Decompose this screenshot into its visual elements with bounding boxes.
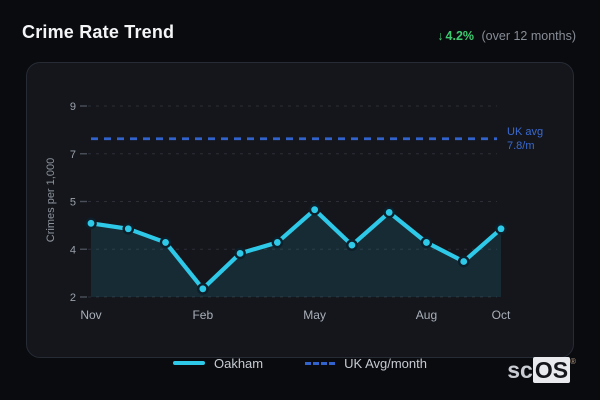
data-point-oct[interactable] [495,222,507,235]
x-tick-label: Feb [192,308,213,322]
logo-prefix: sc [507,357,533,383]
x-tick-label: Aug [416,308,437,322]
oakham-area-fill [91,209,501,297]
y-tick-label: 4 [70,244,76,256]
y-tick-label: 9 [70,101,76,113]
y-tick-label: 7 [70,149,76,161]
data-point-may[interactable] [308,203,321,216]
data-point-aug[interactable] [420,236,433,249]
y-tick-label: 5 [70,197,76,209]
data-point-mar[interactable] [234,247,246,260]
x-tick-label: May [303,308,326,322]
data-point-jun[interactable] [346,239,358,251]
scos-logo: scOS ® [507,357,576,383]
y-axis-title: Crimes per 1,000 [45,157,57,243]
x-tick-label: Oct [492,308,511,322]
data-point-dec[interactable] [122,222,135,235]
legend-item-oakham[interactable]: Oakham [172,355,264,371]
crime-trend-chart: 9 7 5 4 2 Nov Feb May Aug Oct [70,101,511,322]
uk-avg-annotation-line2: 7.8/m [507,139,535,152]
uk-avg-annotation-line1: UK avg [507,125,544,138]
registered-mark: ® [570,357,576,366]
data-point-jul[interactable] [383,206,395,219]
x-tick-label: Nov [80,308,101,322]
data-point-nov[interactable] [85,217,97,230]
logo-suffix: OS [532,357,571,383]
legend-label-uk-avg: UK Avg/month [344,355,427,371]
legend-label-oakham: Oakham [213,355,264,371]
data-point-apr[interactable] [271,236,284,249]
uk-avg-annotation: UK avg 7.8/m [507,125,543,153]
y-tick-label: 2 [70,292,76,304]
oakham-line-swatch [172,361,205,365]
data-point-jan[interactable] [159,236,172,249]
legend-item-uk-avg[interactable]: UK Avg/month [305,356,427,371]
data-point-sep[interactable] [457,255,470,268]
crime-rate-dashboard: Crime Rate Trend ↓ 4.2% (over 12 months) … [0,0,600,400]
uk-avg-line-swatch [305,361,336,365]
data-point-feb[interactable] [197,283,209,295]
